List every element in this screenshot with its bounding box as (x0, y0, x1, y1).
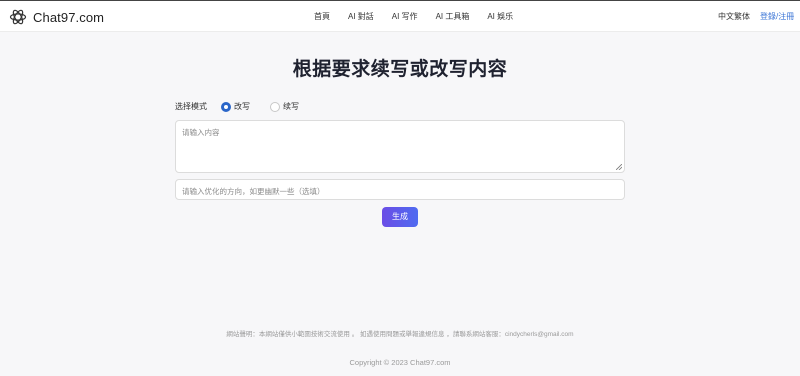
brand-name: Chat97.com (33, 9, 105, 25)
content-placeholder: 请输入内容 (182, 128, 220, 137)
radio-continue[interactable] (270, 101, 280, 112)
language-switch[interactable]: 中文繁体 (718, 11, 750, 22)
generate-button[interactable]: 生成 (382, 207, 418, 227)
copyright-notice: Copyright © 2023 Chat97.com (349, 358, 451, 367)
nav-ai-toolbox[interactable]: AI 工具箱 (436, 11, 470, 22)
mode-label: 选择模式 (175, 102, 207, 111)
radio-rewrite[interactable] (221, 101, 231, 112)
page-title: 根据要求续写或改写内容 (292, 59, 508, 80)
nav-home[interactable]: 首頁 (314, 11, 330, 22)
mode-option-rewrite[interactable]: 改写 (221, 101, 250, 112)
content-textarea[interactable]: 请输入内容 (175, 120, 625, 173)
brand-logo[interactable]: Chat97.com (9, 8, 104, 26)
mode-option-continue[interactable]: 续写 (270, 101, 299, 112)
mode-selector: 选择模式 改写 续写 (175, 101, 299, 112)
nav-ai-chat[interactable]: AI 對話 (348, 11, 374, 22)
top-navbar: Chat97.com 首頁 AI 對話 AI 写作 AI 工具箱 AI 娛乐 中… (0, 0, 800, 32)
main-nav: 首頁 AI 對話 AI 写作 AI 工具箱 AI 娛乐 (314, 11, 513, 22)
radio-rewrite-label: 改写 (234, 102, 250, 111)
openai-logo-icon (9, 9, 27, 25)
direction-input[interactable]: 请输入优化的方向，如更幽默一些（选填） (175, 179, 625, 200)
nav-ai-entertainment[interactable]: AI 娛乐 (487, 11, 513, 22)
direction-placeholder: 请输入优化的方向，如更幽默一些（选填） (182, 187, 325, 196)
login-register-link[interactable]: 登錄/注冊 (760, 11, 794, 22)
radio-continue-label: 续写 (283, 102, 299, 111)
site-disclaimer: 網站聲明：本網站僅供小範圍技術交流使用 。 如遇使用問題或舉報違規信息 ，請聯系… (226, 331, 574, 338)
nav-ai-writing[interactable]: AI 写作 (392, 11, 418, 22)
resize-handle-icon[interactable] (616, 164, 622, 170)
